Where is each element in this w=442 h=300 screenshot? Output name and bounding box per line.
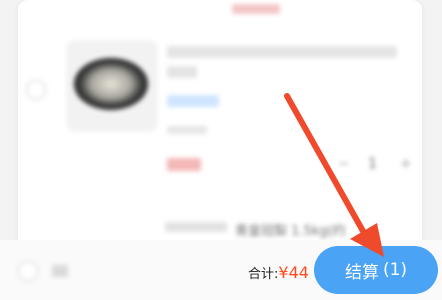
product-spec [167, 126, 207, 134]
decrease-button[interactable]: − [338, 156, 350, 172]
checkout-label: 结算 [344, 262, 379, 283]
product-badge [167, 95, 219, 107]
total-amount: ¥44 [278, 263, 309, 282]
bowl-image [74, 58, 148, 110]
product-price [167, 158, 201, 171]
product-title-placeholder-line-1 [167, 46, 397, 58]
product-title-placeholder-line-2 [167, 66, 197, 78]
total-price: 合计:¥44 [248, 263, 309, 282]
checkout-button[interactable]: 结算 (1) [314, 246, 438, 294]
select-all-radio[interactable] [18, 261, 38, 281]
total-label: 合计: [248, 267, 279, 282]
quantity-stepper[interactable]: − 1 + [330, 152, 418, 176]
next-item-title[interactable]: 青皇冠梨 1.5kg(约 [235, 220, 346, 239]
previous-item-tag [232, 4, 280, 14]
next-item-tag [165, 222, 227, 232]
checkout-count: (1) [382, 260, 408, 280]
item-select-radio[interactable] [26, 80, 46, 100]
select-all-label [52, 265, 68, 277]
quantity-value: 1 [368, 156, 377, 172]
product-image[interactable] [66, 40, 158, 132]
increase-button[interactable]: + [400, 156, 412, 172]
